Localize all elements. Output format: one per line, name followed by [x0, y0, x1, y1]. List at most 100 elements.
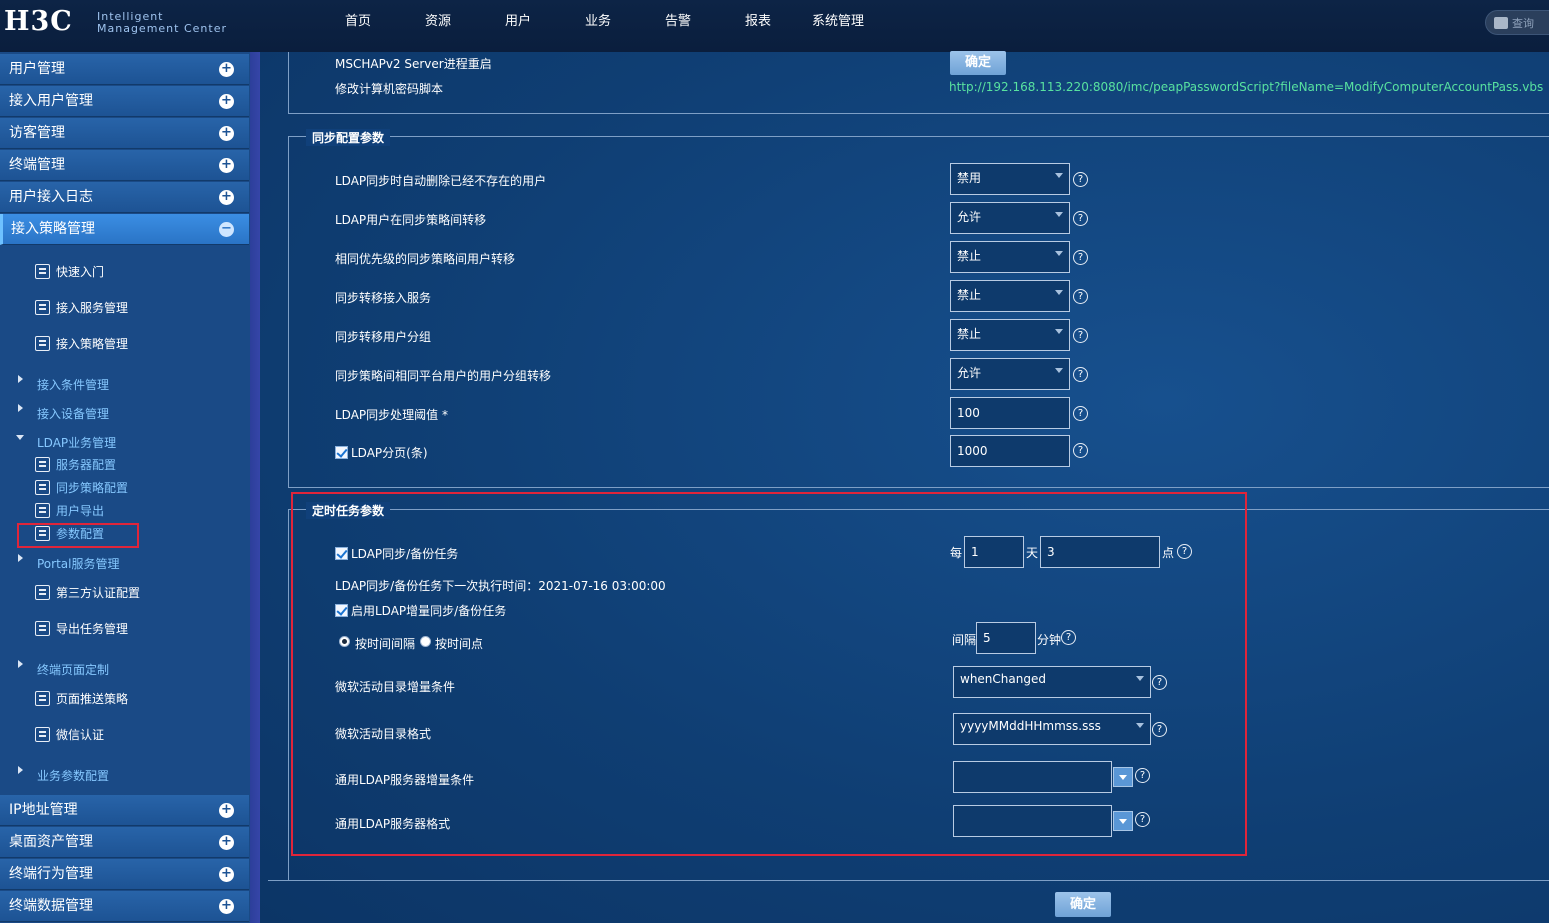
ldap-condition-label: 通用LDAP服务器增量条件	[335, 773, 475, 787]
expand-arrow-icon[interactable]	[18, 660, 23, 668]
expand-arrow-icon[interactable]	[18, 766, 23, 774]
wechat-icon	[35, 727, 50, 742]
menu-access-log[interactable]: 用户接入日志 +	[0, 182, 249, 213]
nav-report[interactable]: 报表	[718, 0, 798, 46]
ldap-format-label: 通用LDAP服务器格式	[335, 817, 451, 831]
ad-format-select[interactable]: yyyyMMddHHmmss.sss	[953, 713, 1151, 745]
fieldset-border	[288, 509, 289, 881]
help-icon[interactable]: ?	[1073, 443, 1088, 458]
fieldset-border	[268, 880, 1549, 881]
transfer-service-select[interactable]: 禁止	[950, 280, 1070, 312]
chevron-down-icon	[1136, 676, 1144, 681]
menu-terminal-data[interactable]: 终端数据管理 +	[0, 891, 249, 922]
menu-user-mgmt[interactable]: 用户管理 +	[0, 54, 249, 85]
script-url-link[interactable]: http://192.168.113.220:8080/imc/peapPass…	[949, 80, 1543, 94]
mschap-restart-label: MSCHAPv2 Server进程重启	[335, 57, 492, 71]
users-icon	[35, 585, 50, 600]
interval-label: 间隔	[952, 633, 977, 647]
expand-arrow-icon[interactable]	[18, 404, 23, 412]
help-icon[interactable]: ?	[1152, 722, 1167, 737]
help-icon[interactable]: ?	[1177, 544, 1192, 559]
incremental-checkbox[interactable]	[335, 604, 348, 617]
sidebar-item-access-service[interactable]: 接入服务管理	[35, 299, 128, 316]
help-icon[interactable]: ?	[1061, 630, 1076, 645]
help-icon[interactable]: ?	[1135, 768, 1150, 783]
help-icon[interactable]: ?	[1073, 367, 1088, 382]
nav-alarm[interactable]: 告警	[638, 0, 718, 46]
help-icon[interactable]: ?	[1073, 172, 1088, 187]
menu-access-policy-mgmt[interactable]: 接入策略管理 −	[0, 214, 249, 245]
sync-icon	[35, 480, 50, 495]
menu-access-user-mgmt[interactable]: 接入用户管理 +	[0, 86, 249, 117]
collapse-arrow-icon[interactable]	[16, 435, 24, 440]
help-icon[interactable]: ?	[1152, 675, 1167, 690]
transfer-group-select[interactable]: 禁止	[950, 319, 1070, 351]
service-icon	[35, 300, 50, 315]
sidebar-item-ldap-service[interactable]: LDAP业务管理	[37, 434, 116, 451]
expand-icon: +	[219, 158, 234, 173]
sidebar-item-page-push[interactable]: 页面推送策略	[35, 690, 128, 707]
paging-checkbox[interactable]	[335, 446, 348, 459]
sidebar-item-access-policy[interactable]: 接入策略管理	[35, 335, 128, 352]
ldap-format-dropdown-button[interactable]	[1113, 811, 1133, 831]
help-icon[interactable]: ?	[1073, 289, 1088, 304]
sidebar-item-user-export[interactable]: 用户导出	[35, 502, 104, 519]
same-priority-select[interactable]: 禁止	[950, 241, 1070, 273]
sidebar-item-access-condition[interactable]: 接入条件管理	[37, 376, 109, 393]
help-icon[interactable]: ?	[1073, 250, 1088, 265]
sidebar-item-third-party-auth[interactable]: 第三方认证配置	[35, 584, 140, 601]
mschap-confirm-button[interactable]: 确定	[950, 51, 1006, 75]
ldap-format-combo[interactable]	[953, 805, 1112, 837]
nav-resource[interactable]: 资源	[398, 0, 478, 46]
confirm-button[interactable]: 确定	[1055, 892, 1111, 917]
menu-ip-mgmt[interactable]: IP地址管理 +	[0, 795, 249, 826]
sidebar-item-biz-params[interactable]: 业务参数配置	[37, 767, 109, 784]
ldap-condition-dropdown-button[interactable]	[1113, 767, 1133, 787]
sidebar-item-quick-start[interactable]: 快速入门	[35, 263, 104, 280]
search-box[interactable]: 查询	[1485, 10, 1549, 35]
radio-by-time-point[interactable]	[420, 636, 431, 647]
collapse-icon: −	[219, 222, 234, 237]
sidebar-item-sync-policy[interactable]: 同步策略配置	[35, 479, 128, 496]
nav-home[interactable]: 首页	[318, 0, 398, 46]
sidebar-item-wechat-auth[interactable]: 微信认证	[35, 726, 104, 743]
sidebar-item-portal[interactable]: Portal服务管理	[37, 555, 119, 572]
menu-guest-mgmt[interactable]: 访客管理 +	[0, 118, 249, 149]
nav-service[interactable]: 业务	[558, 0, 638, 46]
chevron-down-icon	[1055, 329, 1063, 334]
sidebar-item-export-task[interactable]: 导出任务管理	[35, 620, 128, 637]
expand-arrow-icon[interactable]	[18, 375, 23, 383]
main-nav: 首页 资源 用户 业务 告警 报表 系统管理	[318, 0, 878, 46]
expand-icon: +	[219, 94, 234, 109]
menu-terminal-mgmt[interactable]: 终端管理 +	[0, 150, 249, 181]
backup-task-checkbox[interactable]	[335, 547, 348, 560]
nav-system[interactable]: 系统管理	[798, 0, 878, 46]
sidebar-splitter[interactable]	[250, 52, 260, 923]
help-icon[interactable]: ?	[1073, 211, 1088, 226]
sync-delete-select[interactable]: 禁用	[950, 163, 1070, 195]
help-icon[interactable]: ?	[1135, 812, 1150, 827]
ad-condition-select[interactable]: whenChanged	[953, 666, 1151, 698]
user-transfer-select[interactable]: 允许	[950, 202, 1070, 234]
expand-arrow-icon[interactable]	[18, 554, 23, 562]
expand-icon: +	[219, 62, 234, 77]
sidebar-item-server-config[interactable]: 服务器配置	[35, 456, 116, 473]
radio-by-interval[interactable]	[339, 636, 350, 647]
nav-user[interactable]: 用户	[478, 0, 558, 46]
platform-group-select[interactable]: 允许	[950, 358, 1070, 390]
help-icon[interactable]: ?	[1073, 328, 1088, 343]
incremental-label: 启用LDAP增量同步/备份任务	[351, 604, 507, 618]
help-icon[interactable]: ?	[1073, 406, 1088, 421]
hour-input[interactable]: 3	[1040, 536, 1160, 568]
paging-input[interactable]: 1000	[950, 435, 1070, 467]
sidebar-item-access-device[interactable]: 接入设备管理	[37, 405, 109, 422]
sidebar-item-terminal-page[interactable]: 终端页面定制	[37, 661, 109, 678]
minute-unit-label: 分钟	[1037, 633, 1062, 647]
menu-terminal-behavior[interactable]: 终端行为管理 +	[0, 859, 249, 890]
days-input[interactable]: 1	[964, 536, 1024, 568]
menu-desktop-asset[interactable]: 桌面资产管理 +	[0, 827, 249, 858]
interval-input[interactable]: 5	[976, 622, 1036, 654]
threshold-input[interactable]: 100	[950, 397, 1070, 429]
expand-icon: +	[219, 835, 234, 850]
ldap-condition-combo[interactable]	[953, 761, 1112, 793]
